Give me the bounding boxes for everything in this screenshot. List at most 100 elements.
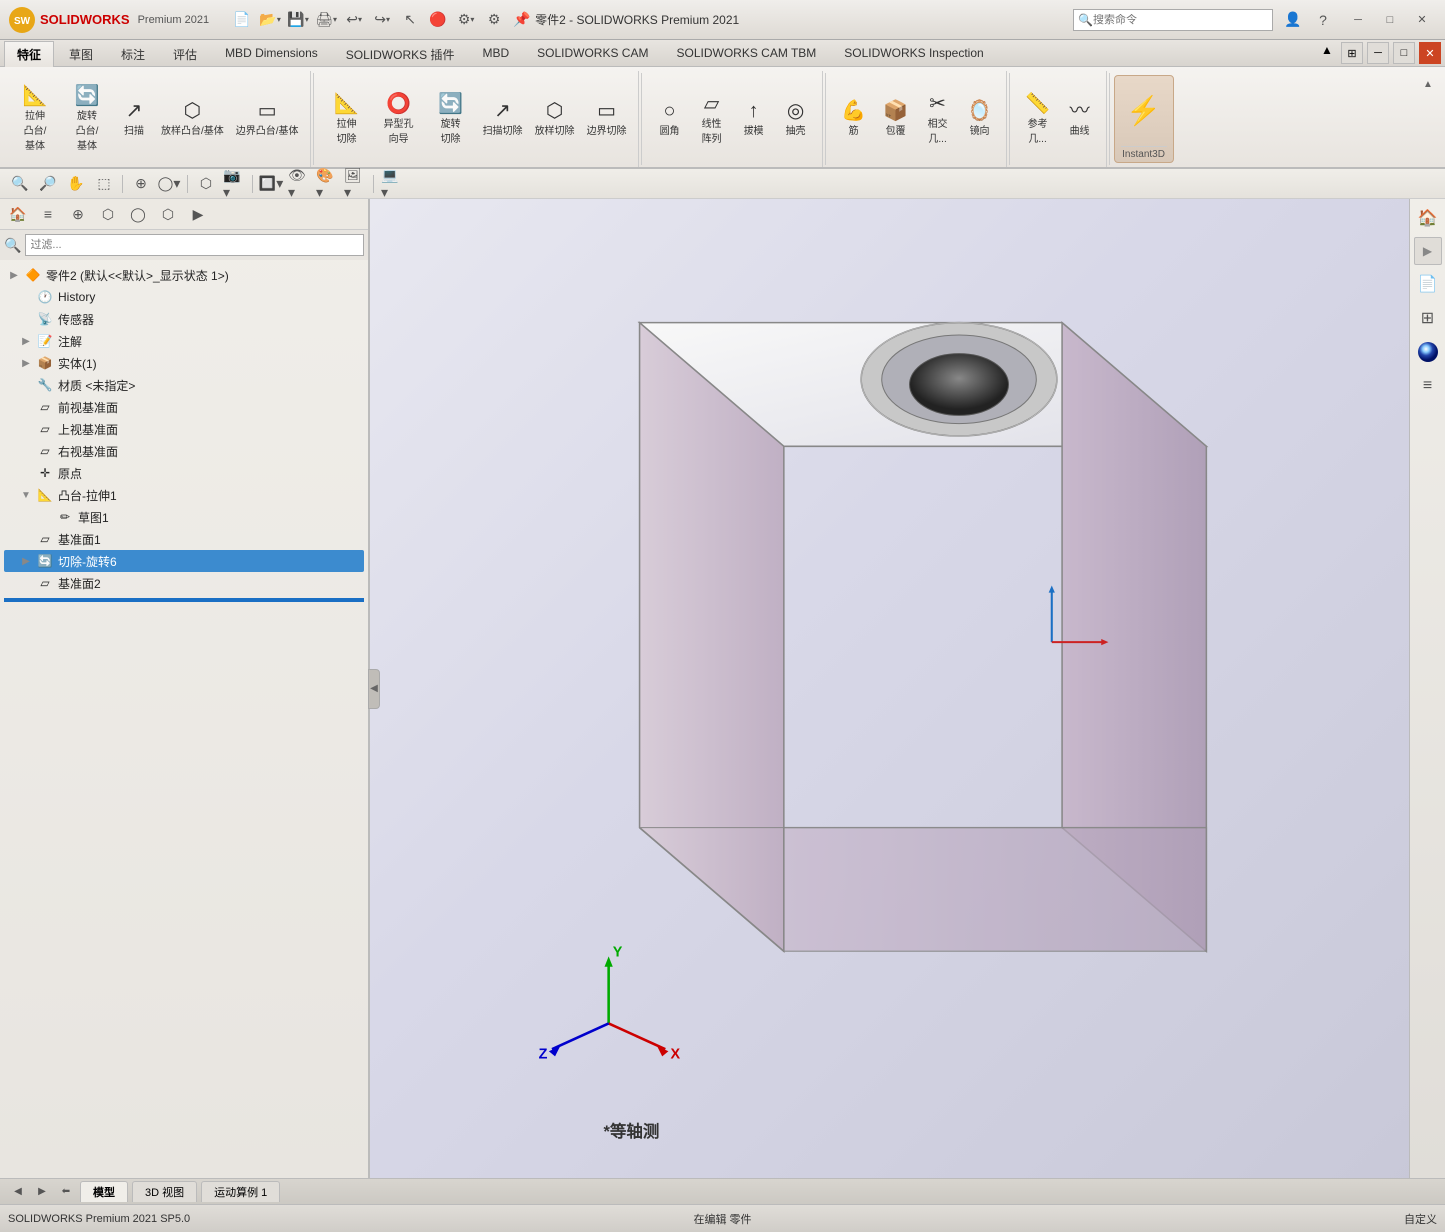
search-input[interactable] [1093, 14, 1268, 26]
boundary-boss-btn[interactable]: ▭ 边界凸台/基体 [231, 73, 304, 165]
redo-btn[interactable]: ↪▾ [369, 7, 395, 33]
instant3d-btn[interactable]: ⚡ [1121, 78, 1166, 144]
tree-annotations[interactable]: ▶ 📝 注解 [4, 330, 364, 352]
display-mgr-btn[interactable]: ◯ [124, 201, 152, 227]
tab-evaluate[interactable]: 评估 [160, 41, 210, 67]
tab-mbd-dimensions[interactable]: MBD Dimensions [212, 41, 331, 67]
tree-search-input[interactable] [25, 234, 364, 256]
tab-sw-inspection[interactable]: SOLIDWORKS Inspection [831, 41, 996, 67]
close-button[interactable]: ✕ [1407, 9, 1437, 31]
cut-sweep-btn[interactable]: ↗ 扫描切除 [478, 73, 528, 165]
shell-btn[interactable]: ◎ 抽壳 [776, 73, 816, 165]
new-btn[interactable]: 📄 [229, 7, 255, 33]
options2-btn[interactable]: ⚙ [481, 7, 507, 33]
cut-extrude-btn[interactable]: 📐 拉伸切除 [322, 73, 372, 165]
viewport[interactable]: Y X Z *等轴测 [370, 199, 1445, 1178]
tab-3d-view[interactable]: 3D 视图 [132, 1181, 197, 1202]
color-sphere-btn[interactable] [1413, 337, 1443, 367]
linear-pattern-btn[interactable]: ▱ 线性阵列 [692, 73, 732, 165]
hide-show-btn[interactable]: 👁▾ [287, 173, 311, 195]
sweep-btn[interactable]: ↗ 扫描 [114, 73, 154, 165]
tree-origin[interactable]: ✛ 原点 [4, 462, 364, 484]
ref-geometry-btn[interactable]: 📏 参考几... [1018, 73, 1058, 165]
next-tab-btn[interactable]: ▶ [32, 1182, 52, 1202]
tree-history[interactable]: 🕐 History [4, 286, 364, 308]
maximize2-btn[interactable]: □ [1393, 42, 1415, 64]
center-btn[interactable]: ⊕ [129, 173, 153, 195]
tree-material[interactable]: 🔧 材质 <未指定> [4, 374, 364, 396]
tree-top-plane[interactable]: ▱ 上视基准面 [4, 418, 364, 440]
boss-revolve-btn[interactable]: 🔄 旋转凸台/基体 [62, 73, 112, 165]
options-btn[interactable]: ⚙▾ [453, 7, 479, 33]
feature-mgr-btn[interactable]: 🏠 [4, 201, 32, 227]
minimize2-btn[interactable]: ─ [1367, 42, 1389, 64]
part-icon-btn[interactable]: 📄 [1413, 269, 1443, 299]
tree-root[interactable]: ▶ 🔶 零件2 (默认<<默认>_显示状态 1>) [4, 264, 364, 286]
hole-wizard-btn[interactable]: ⭕ 异型孔向导 [374, 73, 424, 165]
view-orient-btn[interactable]: ◯▾ [157, 173, 181, 195]
save-btn[interactable]: 💾▾ [285, 7, 311, 33]
tab-motion1[interactable]: 运动算例 1 [201, 1181, 280, 1202]
cam-mgr-btn[interactable]: ⬡ [154, 201, 182, 227]
print-btn[interactable]: 🖨▾ [313, 7, 339, 33]
loft-boss-btn[interactable]: ⬡ 放样凸台/基体 [156, 73, 229, 165]
home-view-btn[interactable]: 🏠 [1413, 203, 1443, 233]
maximize-button[interactable]: □ [1375, 9, 1405, 31]
tree-right-plane[interactable]: ▱ 右视基准面 [4, 440, 364, 462]
section-view-btn[interactable]: ⬡ [194, 173, 218, 195]
property-mgr-btn[interactable]: ≡ [34, 201, 62, 227]
zoom-out-btn[interactable]: 🔎 [36, 173, 60, 195]
rollback-bar[interactable] [4, 598, 364, 602]
status-customize[interactable]: 自定义 [961, 1211, 1437, 1227]
tree-cut-revolve6[interactable]: ▶ 🔄 切除-旋转6 [4, 550, 364, 572]
tab-sw-plugins[interactable]: SOLIDWORKS 插件 [333, 41, 468, 67]
ribbon-arrow-up[interactable]: ▲ [1419, 75, 1437, 93]
user-icon[interactable]: 👤 [1281, 8, 1305, 32]
curves-btn[interactable]: 〰 曲线 [1060, 73, 1100, 165]
3d-view-btn[interactable]: ▶ [1414, 237, 1442, 265]
cut-loft-btn[interactable]: ⬡ 放样切除 [530, 73, 580, 165]
boss-extrude-btn[interactable]: 📐 拉伸凸台/基体 [10, 73, 60, 165]
rib-btn[interactable]: 💪 筋 [834, 73, 874, 165]
panel-collapse-handle[interactable]: ◀ [368, 669, 380, 709]
cut-boundary-btn[interactable]: ▭ 边界切除 [582, 73, 632, 165]
first-tab-btn[interactable]: ⬅ [56, 1182, 76, 1202]
mirror-btn[interactable]: 🪞 镜向 [960, 73, 1000, 165]
wrap-btn[interactable]: 📦 包覆 [876, 73, 916, 165]
display-mode-btn[interactable]: 💻▾ [380, 173, 404, 195]
minimize-button[interactable]: ─ [1343, 9, 1373, 31]
intersect-btn[interactable]: ✂ 相交几... [918, 73, 958, 165]
pattern-icon-btn[interactable]: ⊞ [1413, 303, 1443, 333]
arrow-more-btn[interactable]: ▶ [184, 201, 212, 227]
tab-model[interactable]: 模型 [80, 1181, 128, 1202]
box-select-btn[interactable]: ⬚ [92, 173, 116, 195]
undo-btn[interactable]: ↩▾ [341, 7, 367, 33]
zoom-in-btn[interactable]: 🔍 [8, 173, 32, 195]
tab-sw-cam[interactable]: SOLIDWORKS CAM [524, 41, 661, 67]
tab-sw-cam-tbm[interactable]: SOLIDWORKS CAM TBM [663, 41, 829, 67]
tree-boss-extrude1[interactable]: ▼ 📐 凸台-拉伸1 [4, 484, 364, 506]
prev-tab-btn[interactable]: ◀ [8, 1182, 28, 1202]
tree-plane2[interactable]: ▱ 基准面2 [4, 572, 364, 594]
display-list-btn[interactable]: ≡ [1413, 371, 1443, 401]
search-area[interactable]: 🔍 [1073, 9, 1273, 31]
ribbon-collapse-button[interactable]: ▲ [1317, 40, 1337, 60]
rebuild-btn[interactable]: 🔴 [425, 7, 451, 33]
tree-solid[interactable]: ▶ 📦 实体(1) [4, 352, 364, 374]
render-btn[interactable]: 🎨▾ [315, 173, 339, 195]
tab-sketch[interactable]: 草图 [56, 41, 106, 67]
tree-front-plane[interactable]: ▱ 前视基准面 [4, 396, 364, 418]
tab-markup[interactable]: 标注 [108, 41, 158, 67]
tree-sketch1[interactable]: ✏ 草图1 [4, 506, 364, 528]
tree-plane1[interactable]: ▱ 基准面1 [4, 528, 364, 550]
dim-xpert-btn[interactable]: ⬡ [94, 201, 122, 227]
help-icon[interactable]: ? [1311, 8, 1335, 32]
draft-btn[interactable]: ↑ 拔模 [734, 73, 774, 165]
display-style-btn[interactable]: 🔲▾ [259, 173, 283, 195]
cut-revolve-btn[interactable]: 🔄 旋转切除 [426, 73, 476, 165]
tree-sensors[interactable]: 📡 传感器 [4, 308, 364, 330]
extra-btn[interactable]: 📌 [509, 7, 535, 33]
tab-mbd[interactable]: MBD [469, 41, 522, 67]
scene-btn[interactable]: 🖼▾ [343, 173, 367, 195]
open-btn[interactable]: 📂▾ [257, 7, 283, 33]
